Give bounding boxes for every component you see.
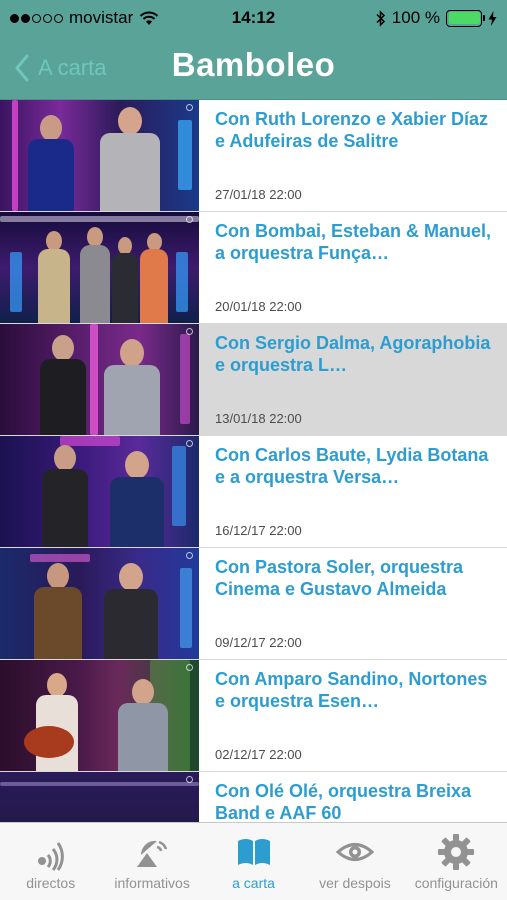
open-book-icon — [237, 839, 270, 865]
tab-label: a carta — [232, 875, 275, 891]
status-time: 14:12 — [231, 8, 276, 27]
battery-icon — [446, 9, 485, 27]
tab-informativos[interactable]: informativos — [101, 823, 202, 900]
tab-ver-despois[interactable]: ver despois — [304, 823, 405, 900]
wifi-icon — [140, 11, 159, 25]
episode-title: Con Amparo Sandino, Nortones e orquestra… — [215, 669, 488, 711]
episode-info: Con Carlos Baute, Lydia Botana e a orque… — [199, 436, 507, 547]
episode-date: 13/01/18 22:00 — [215, 411, 302, 426]
episode-date: 27/01/18 22:00 — [215, 187, 302, 202]
page-title: Bamboleo — [171, 46, 336, 83]
episode-thumbnail — [0, 548, 199, 659]
tab-configuracion[interactable]: configuración — [406, 823, 507, 900]
episode-info: Con Ruth Lorenzo e Xabier Díaz e Adufeir… — [199, 100, 507, 211]
episode-row[interactable]: Con Ruth Lorenzo e Xabier Díaz e Adufeir… — [0, 100, 507, 212]
episode-thumbnail — [0, 660, 199, 771]
episode-info: Con Pastora Soler, orquestra Cinema e Gu… — [199, 548, 507, 659]
episode-list[interactable]: Con Ruth Lorenzo e Xabier Díaz e Adufeir… — [0, 100, 507, 822]
tab-label: configuración — [414, 875, 498, 891]
episode-title: Con Pastora Soler, orquestra Cinema e Gu… — [215, 557, 464, 599]
charging-bolt-icon — [488, 10, 497, 26]
episode-title: Con Carlos Baute, Lydia Botana e a orque… — [215, 445, 489, 487]
tab-label: informativos — [114, 875, 190, 891]
status-left: movistar — [10, 8, 159, 28]
navigation-bar: A carta Bamboleo — [0, 36, 507, 100]
signal-strength-icon — [10, 13, 63, 23]
radio-waves-icon — [37, 842, 64, 871]
episode-title: Con Olé Olé, orquestra Breixa Band e AAF… — [215, 781, 472, 822]
episode-date: 20/01/18 22:00 — [215, 299, 302, 314]
episode-title: Con Sergio Dalma, Agoraphobia e orquestr… — [215, 333, 491, 375]
episode-thumbnail — [0, 436, 199, 547]
episode-date: 02/12/17 22:00 — [215, 747, 302, 762]
battery-percent: 100 % — [391, 8, 440, 27]
tab-bar: directos informativos a carta ver despoi… — [0, 822, 507, 900]
episode-title: Con Ruth Lorenzo e Xabier Díaz e Adufeir… — [215, 109, 489, 151]
episode-thumbnail — [0, 324, 199, 435]
status-right: 100 % — [376, 8, 497, 28]
episode-info: Con Amparo Sandino, Nortones e orquestra… — [199, 660, 507, 771]
episode-row[interactable]: Con Pastora Soler, orquestra Cinema e Gu… — [0, 548, 507, 660]
episode-thumbnail — [0, 772, 199, 822]
episode-info: Con Olé Olé, orquestra Breixa Band e AAF… — [199, 772, 507, 822]
episode-date: 16/12/17 22:00 — [215, 523, 302, 538]
eye-icon — [335, 843, 374, 861]
tab-directos[interactable]: directos — [0, 823, 101, 900]
gear-icon — [438, 834, 475, 870]
tab-label: directos — [26, 875, 76, 891]
episode-row[interactable]: Con Sergio Dalma, Agoraphobia e orquestr… — [0, 324, 507, 436]
episode-thumbnail — [0, 100, 199, 211]
episode-row[interactable]: Con Carlos Baute, Lydia Botana e a orque… — [0, 436, 507, 548]
episode-row[interactable]: Con Olé Olé, orquestra Breixa Band e AAF… — [0, 772, 507, 822]
bluetooth-icon — [376, 9, 385, 27]
tab-a-carta[interactable]: a carta — [203, 823, 304, 900]
carrier-label: movistar — [69, 8, 134, 27]
episode-row[interactable]: Con Amparo Sandino, Nortones e orquestra… — [0, 660, 507, 772]
episode-title: Con Bombai, Esteban & Manuel, a orquestr… — [215, 221, 492, 263]
episode-date: 09/12/17 22:00 — [215, 635, 302, 650]
tab-label: ver despois — [319, 875, 391, 891]
satellite-dish-icon — [137, 840, 168, 867]
episode-thumbnail — [0, 212, 199, 323]
episode-row[interactable]: Con Bombai, Esteban & Manuel, a orquestr… — [0, 212, 507, 324]
episode-info: Con Sergio Dalma, Agoraphobia e orquestr… — [199, 324, 507, 435]
episode-info: Con Bombai, Esteban & Manuel, a orquestr… — [199, 212, 507, 323]
status-bar: movistar 14:12 100 % — [0, 0, 507, 36]
